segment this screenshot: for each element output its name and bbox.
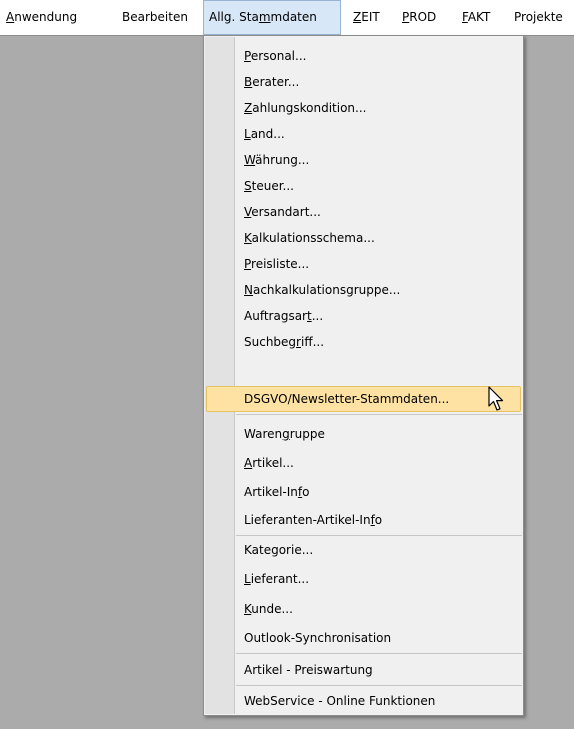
menu-allg-stammdaten[interactable]: Allg. Stammdaten — [203, 0, 341, 35]
menu-separator — [236, 685, 522, 686]
menu-item-kalkulationsschema[interactable]: Kalkulationsschema... — [206, 225, 521, 251]
menu-fakt[interactable]: FAKT — [462, 0, 490, 35]
menu-zeit[interactable]: ZEIT — [353, 0, 380, 35]
menu-item-preisliste[interactable]: Preisliste... — [206, 251, 521, 277]
menu-projekte[interactable]: Projekte — [514, 0, 563, 35]
menu-item-zahlungskondition[interactable]: Zahlungskondition... — [206, 95, 521, 121]
menu-item-land[interactable]: Land... — [206, 121, 521, 147]
menu-bar: Anwendung Bearbeiten Allg. Stammdaten ZE… — [0, 0, 574, 35]
menu-item-webservice-online-funktionen[interactable]: WebService - Online Funktionen — [206, 688, 521, 714]
menu-item-auftragsart[interactable]: Auftragsart... — [206, 303, 521, 329]
menu-item-kategorie[interactable]: Kategorie... — [206, 537, 521, 563]
menu-item-artikel-info[interactable]: Artikel-Info — [206, 479, 521, 505]
stammdaten-dropdown-menu: Personal... Berater... Zahlungskondition… — [203, 35, 524, 716]
menu-item-kunde[interactable]: Kunde... — [206, 596, 521, 622]
menu-item-lieferant[interactable]: Lieferant... — [206, 566, 521, 592]
menu-item-nachkalkulationsgruppe[interactable]: Nachkalkulationsgruppe... — [206, 277, 521, 303]
menu-separator — [236, 414, 522, 415]
menu-separator — [236, 535, 522, 536]
menu-bearbeiten[interactable]: Bearbeiten — [122, 0, 188, 35]
menu-anwendung[interactable]: Anwendung — [6, 0, 77, 35]
menu-prod[interactable]: PROD — [402, 0, 436, 35]
menu-item-outlook-synchronisation[interactable]: Outlook-Synchronisation — [206, 625, 521, 651]
menu-item-artikel-preiswartung[interactable]: Artikel - Preiswartung — [206, 657, 521, 683]
menu-item-personal[interactable]: Personal... — [206, 43, 521, 69]
mouse-pointer-icon — [488, 386, 504, 411]
menu-separator — [236, 653, 522, 654]
menu-item-warengruppe[interactable]: Warengruppe — [206, 421, 521, 447]
menu-item-suchbegriff[interactable]: Suchbegriff... — [206, 329, 521, 355]
menu-item-lieferanten-artikel-info[interactable]: Lieferanten-Artikel-Info — [206, 507, 521, 533]
menu-item-artikel[interactable]: Artikel... — [206, 450, 521, 476]
menu-item-dsgvo-newsletter-stammdaten[interactable]: DSGVO/Newsletter-Stammdaten... — [206, 386, 521, 412]
menu-item-steuer[interactable]: Steuer... — [206, 173, 521, 199]
menu-item-berater[interactable]: Berater... — [206, 69, 521, 95]
menu-item-versandart[interactable]: Versandart... — [206, 199, 521, 225]
menu-item-waehrung[interactable]: Währung... — [206, 147, 521, 173]
